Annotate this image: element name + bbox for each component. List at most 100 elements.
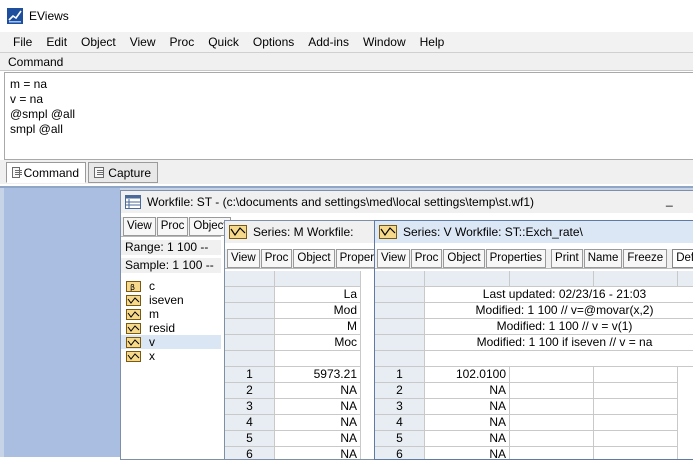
table-cell[interactable]: NA [275, 383, 361, 399]
grid-corner [225, 271, 275, 287]
list-item[interactable]: m [121, 307, 221, 321]
series-m-proc-button[interactable]: Proc [260, 249, 293, 268]
command-window-icon [12, 167, 22, 178]
tab-command[interactable]: Command [6, 162, 86, 183]
series-icon [379, 225, 397, 239]
table-cell[interactable]: NA [425, 383, 510, 399]
series-v-object-button[interactable]: Object [443, 249, 485, 268]
command-input[interactable]: m = na v = na @smpl @all smpl @all [4, 72, 693, 160]
empty-cell[interactable] [510, 447, 594, 459]
menu-quick[interactable]: Quick [201, 33, 246, 51]
table-cell[interactable]: NA [275, 447, 361, 459]
empty-cell[interactable] [510, 399, 594, 415]
table-cell[interactable]: NA [425, 447, 510, 459]
list-item[interactable]: β c [121, 279, 221, 293]
column-header [678, 271, 693, 287]
app-title: EViews [29, 9, 69, 23]
empty-cell[interactable] [594, 367, 678, 383]
table-cell[interactable]: 102.0100 [425, 367, 510, 383]
blank-cell [425, 351, 693, 367]
series-v-spreadsheet[interactable]: Last updated: 02/23/16 - 21:03 Modified:… [375, 271, 693, 459]
header-line: Moc [275, 335, 361, 351]
empty-cell[interactable] [594, 447, 678, 459]
row-header [375, 303, 425, 319]
object-name: v [149, 335, 155, 349]
series-v-window[interactable]: Series: V Workfile: ST::Exch_rate\ View … [374, 220, 693, 460]
list-item[interactable]: iseven [121, 293, 221, 307]
table-cell[interactable]: NA [425, 431, 510, 447]
empty-cell[interactable] [594, 399, 678, 415]
command-line: m = na [10, 77, 48, 91]
series-m-object-button[interactable]: Object [293, 249, 335, 268]
menu-file[interactable]: File [6, 33, 39, 51]
workfile-sample[interactable]: Sample: 1 100 -- [121, 258, 221, 273]
empty-cell[interactable] [594, 415, 678, 431]
list-item[interactable]: v [121, 335, 221, 349]
table-cell[interactable]: NA [275, 431, 361, 447]
row-header: 3 [375, 399, 425, 415]
column-header [594, 271, 678, 287]
row-header [375, 351, 425, 367]
menu-options[interactable]: Options [246, 33, 301, 51]
minimize-button[interactable]: _ [666, 193, 673, 207]
empty-cell[interactable] [594, 431, 678, 447]
empty-cell[interactable] [510, 383, 594, 399]
empty-cell[interactable] [510, 367, 594, 383]
menu-window[interactable]: Window [356, 33, 413, 51]
row-header: 6 [225, 447, 275, 459]
grid-corner [375, 271, 425, 287]
empty-cell[interactable] [594, 383, 678, 399]
workfile-proc-button[interactable]: Proc [156, 217, 189, 236]
workfile-title-bar[interactable]: Workfile: ST - (c:\documents and setting… [121, 191, 693, 213]
row-header: 1 [375, 367, 425, 383]
object-name: x [149, 349, 155, 363]
menu-help[interactable]: Help [413, 33, 452, 51]
header-line: Mod [275, 303, 361, 319]
empty-cell[interactable] [510, 415, 594, 431]
row-header [375, 287, 425, 303]
workfile-title: Workfile: ST - (c:\documents and setting… [147, 195, 535, 209]
workfile-view-button[interactable]: View [123, 217, 156, 236]
menu-edit[interactable]: Edit [39, 33, 74, 51]
table-cell[interactable]: NA [275, 415, 361, 431]
svg-text:β: β [130, 283, 135, 291]
header-line: Last updated: 02/23/16 - 21:03 [425, 287, 693, 303]
table-cell[interactable]: 5973.21 [275, 367, 361, 383]
row-header: 2 [375, 383, 425, 399]
series-v-display-dropdown[interactable]: Default [672, 249, 693, 268]
tab-capture[interactable]: Capture [88, 162, 158, 183]
list-item[interactable]: resid [121, 321, 221, 335]
series-m-view-button[interactable]: View [227, 249, 260, 268]
series-v-title: Series: V Workfile: ST::Exch_rate\ [403, 225, 583, 239]
command-line: v = na [10, 92, 44, 106]
table-cell[interactable]: NA [425, 399, 510, 415]
title-bar: EViews [0, 0, 693, 32]
workfile-icon [125, 195, 141, 209]
series-v-toolbar: View Proc Object Properties Print Name F… [375, 249, 693, 269]
list-item[interactable]: x [121, 349, 221, 363]
capture-window-icon [94, 167, 105, 178]
menu-add-ins[interactable]: Add-ins [301, 33, 356, 51]
table-cell[interactable]: NA [275, 399, 361, 415]
menu-proc[interactable]: Proc [163, 33, 202, 51]
series-v-print-button[interactable]: Print [551, 249, 583, 268]
series-v-title-bar[interactable]: Series: V Workfile: ST::Exch_rate\ [375, 221, 693, 243]
coefficient-icon: β [126, 280, 141, 292]
table-cell[interactable]: NA [425, 415, 510, 431]
menu-view[interactable]: View [123, 33, 163, 51]
menu-object[interactable]: Object [74, 33, 123, 51]
row-header: 4 [375, 415, 425, 431]
row-header [225, 335, 275, 351]
series-icon [126, 322, 141, 334]
series-v-view-button[interactable]: View [377, 249, 410, 268]
series-v-proc-button[interactable]: Proc [410, 249, 443, 268]
row-header [225, 303, 275, 319]
empty-cell[interactable] [510, 431, 594, 447]
workfile-range[interactable]: Range: 1 100 -- [121, 240, 221, 255]
mdi-left-panel [4, 188, 120, 457]
command-line: @smpl @all [10, 107, 76, 121]
series-v-properties-button[interactable]: Properties [485, 249, 547, 268]
series-v-freeze-button[interactable]: Freeze [623, 249, 668, 268]
series-v-name-button[interactable]: Name [583, 249, 623, 268]
menu-bar: File Edit Object View Proc Quick Options… [0, 32, 693, 52]
